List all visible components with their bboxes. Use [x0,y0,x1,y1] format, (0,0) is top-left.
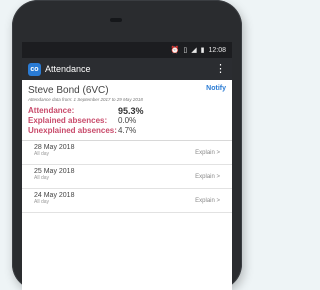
stat-value: 0.0% [118,116,137,125]
stat-label: Explained absences: [28,116,108,125]
status-time: 12:08 [208,46,226,54]
status-bar: ⏰ ▯ ◢ ▮ 12:08 [22,42,232,58]
stat-value: 4.7% [118,126,137,135]
notify-button[interactable]: Notify [206,85,226,92]
more-vert-icon[interactable]: ⋮ [215,63,226,75]
explain-button[interactable]: Explain > [195,198,220,204]
attendance-summary: Steve Bond (6VC) Notify Attendance data … [22,80,232,141]
phone-speaker [110,18,122,22]
list-item[interactable]: 28 May 2018 All day Explain > [22,141,232,165]
stat-explained: Explained absences: 0.0% [28,116,226,126]
list-item[interactable]: 25 May 2018 All day Explain > [22,165,232,189]
student-name: Steve Bond (6VC) [28,85,109,96]
app-bar: co Attendance ⋮ [22,58,232,80]
stat-value: 95.3% [118,106,144,116]
battery-icon: ▮ [200,46,205,54]
app-title: Attendance [45,64,91,74]
stat-label: Attendance: [28,106,75,115]
stat-label: Unexplained absences: [28,126,117,135]
signal-icon: ◢ [191,46,197,54]
absence-list: 28 May 2018 All day Explain > 25 May 201… [22,141,232,213]
list-item[interactable]: 24 May 2018 All day Explain > [22,189,232,213]
phone-screen: ⏰ ▯ ◢ ▮ 12:08 co Attendance ⋮ Steve Bond… [22,42,232,290]
phone-frame: ⏰ ▯ ◢ ▮ 12:08 co Attendance ⋮ Steve Bond… [12,0,242,290]
alarm-icon: ⏰ [170,46,180,54]
stat-unexplained: Unexplained absences: 4.7% [28,126,226,136]
date-range: Attendance data from: 1 September 2017 t… [28,97,143,102]
explain-button[interactable]: Explain > [195,150,220,156]
app-logo: co [28,62,41,76]
explain-button[interactable]: Explain > [195,174,220,180]
vibrate-icon: ▯ [183,46,188,54]
stat-attendance: Attendance: 95.3% [28,106,226,116]
